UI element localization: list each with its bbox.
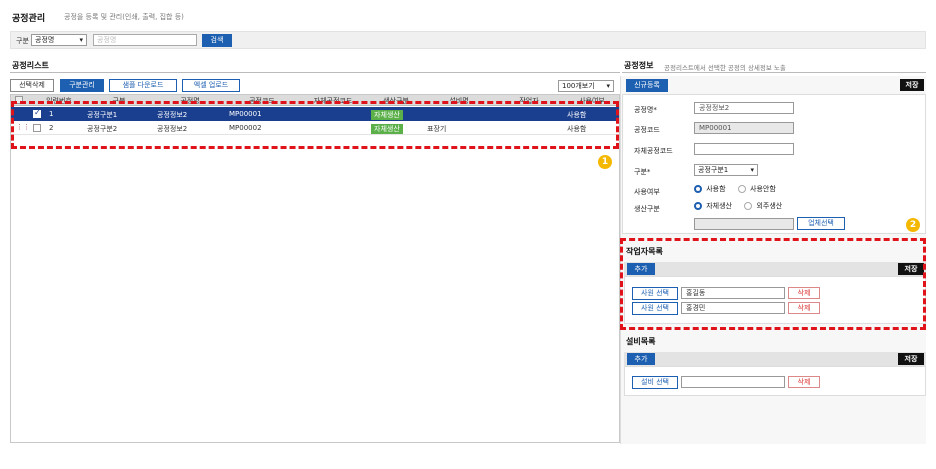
category-select[interactable]: 공정구분1 ▾ bbox=[694, 164, 758, 176]
own-code-label: 자체공정코드 bbox=[634, 147, 673, 155]
divider bbox=[622, 72, 926, 73]
equipment-save-button[interactable]: 저장 bbox=[898, 353, 924, 365]
filter-input[interactable]: 공정명 bbox=[93, 34, 197, 46]
chevron-down-icon: ▾ bbox=[606, 82, 610, 90]
info-save-button[interactable]: 저장 bbox=[900, 79, 924, 91]
prod-outsource-label: 외주생산 bbox=[756, 202, 783, 210]
radio-use-no[interactable] bbox=[737, 185, 746, 193]
category-manage-button[interactable]: 구분관리 bbox=[60, 79, 104, 92]
excel-upload-button[interactable]: 엑셀 업로드 bbox=[182, 79, 240, 92]
code-field: MP00001 bbox=[694, 122, 794, 134]
chevron-down-icon: ▾ bbox=[750, 166, 754, 174]
radio-prod-self[interactable] bbox=[694, 202, 702, 210]
code-label: 공정코드 bbox=[634, 126, 660, 134]
company-select-button[interactable]: 업체선택 bbox=[797, 217, 845, 230]
use-radio-group: 사용함 사용안함 bbox=[694, 184, 776, 194]
add-equipment-button[interactable]: 추가 bbox=[627, 353, 655, 365]
name-label: 공정명* bbox=[634, 106, 657, 114]
own-code-field[interactable] bbox=[694, 143, 794, 155]
divider bbox=[10, 72, 620, 73]
radio-prod-outsource[interactable] bbox=[744, 202, 753, 210]
equipment-delete-button[interactable]: 삭제 bbox=[788, 376, 820, 388]
filter-bar: 구분 공정명 ▾ 공정명 검색 bbox=[10, 31, 926, 49]
info-subtitle: 공정리스트에서 선택한 공정의 상세정보 노출 bbox=[664, 64, 786, 72]
chevron-down-icon: ▾ bbox=[79, 36, 83, 44]
use-no-label: 사용안함 bbox=[750, 185, 776, 193]
equipment-select-button[interactable]: 설비 선택 bbox=[632, 376, 678, 389]
equipment-toolbar bbox=[624, 352, 926, 366]
production-radio-group: 자체생산 외주생산 bbox=[694, 201, 782, 211]
new-register-button[interactable]: 신규등록 bbox=[626, 79, 668, 92]
page-size-value: 100개보기 bbox=[562, 82, 595, 90]
info-form bbox=[622, 94, 926, 234]
name-field[interactable]: 공정정보2 bbox=[694, 102, 794, 114]
filter-label: 구분 bbox=[16, 37, 29, 45]
list-title: 공정리스트 bbox=[12, 61, 49, 70]
info-title: 공정정보 bbox=[624, 61, 654, 70]
page-title: 공정관리 bbox=[12, 14, 46, 24]
annotation-badge-2: 2 bbox=[906, 218, 920, 232]
category-label: 구분* bbox=[634, 168, 651, 176]
page-subtitle: 공정을 등록 및 관리(인쇄, 출력, 집합 등) bbox=[64, 13, 184, 21]
highlight-box-2 bbox=[620, 238, 926, 330]
category-select-value: 공정구분1 bbox=[698, 166, 729, 174]
use-label: 사용여부 bbox=[634, 188, 660, 196]
page-size-select[interactable]: 100개보기 ▾ bbox=[558, 80, 614, 92]
prod-self-label: 자체생산 bbox=[706, 202, 732, 210]
equipment-title: 설비목록 bbox=[626, 337, 656, 346]
sample-download-button[interactable]: 샘플 다운로드 bbox=[109, 79, 177, 92]
annotation-badge-1: 1 bbox=[598, 155, 612, 169]
production-label: 생산구분 bbox=[634, 205, 660, 213]
search-button[interactable]: 검색 bbox=[202, 34, 232, 47]
filter-input-placeholder: 공정명 bbox=[97, 36, 117, 44]
use-yes-label: 사용함 bbox=[706, 185, 726, 193]
equipment-name-field[interactable] bbox=[681, 376, 785, 388]
highlight-box-1 bbox=[11, 101, 619, 149]
radio-use-yes[interactable] bbox=[694, 185, 702, 193]
filter-select-value: 공정명 bbox=[35, 36, 55, 44]
delete-selected-button[interactable]: 선택삭제 bbox=[10, 79, 54, 92]
filter-select[interactable]: 공정명 ▾ bbox=[31, 34, 87, 46]
company-field bbox=[694, 218, 794, 230]
